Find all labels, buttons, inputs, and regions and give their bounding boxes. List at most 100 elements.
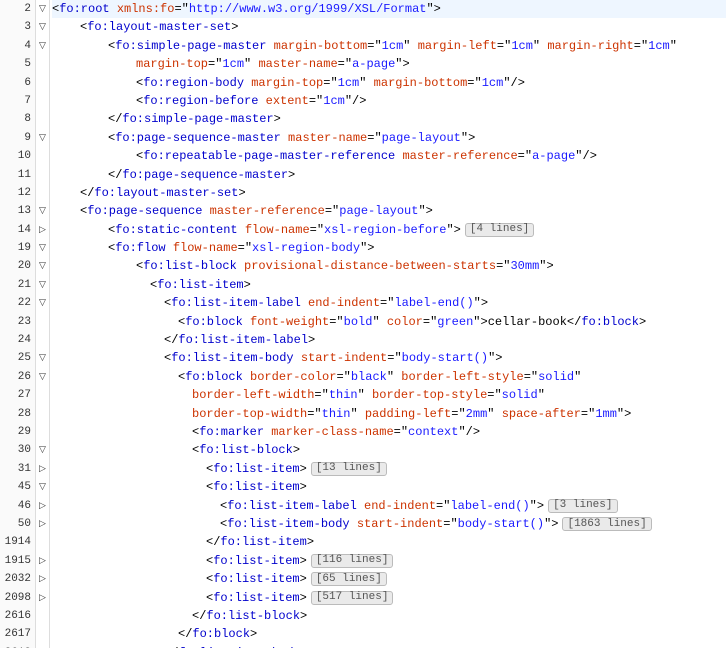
fold-toggle-open-icon[interactable]: ▽ <box>36 478 49 496</box>
line-number: 24 <box>0 331 35 349</box>
code-line[interactable]: <fo:block font-weight="bold" color="gree… <box>52 313 726 331</box>
token-txt: < <box>136 74 143 92</box>
code-line[interactable]: </fo:block> <box>52 625 726 643</box>
fold-toggle-open-icon[interactable]: ▽ <box>36 202 49 220</box>
code-line[interactable]: <fo:list-item> [116 lines] <box>52 552 726 570</box>
code-line[interactable]: </fo:list-item-body> <box>52 644 726 648</box>
code-line[interactable]: <fo:page-sequence-master master-name="pa… <box>52 129 726 147</box>
code-line[interactable]: <fo:list-block> <box>52 441 726 459</box>
code-line[interactable]: </fo:list-block> <box>52 607 726 625</box>
token-tag: fo:block <box>581 313 639 331</box>
token-txt: > <box>639 313 646 331</box>
fold-toggle-open-icon[interactable]: ▽ <box>36 129 49 147</box>
code-line[interactable]: </fo:page-sequence-master> <box>52 166 726 184</box>
token-txt: "> <box>446 221 460 239</box>
token-attr: margin-top <box>136 55 208 73</box>
token-tag: fo:marker <box>199 423 264 441</box>
code-line[interactable]: <fo:marker marker-class-name="context"/> <box>52 423 726 441</box>
fold-toggle-closed-icon[interactable]: ▷ <box>36 589 49 607</box>
token-txt: =" <box>329 313 343 331</box>
folded-lines-badge[interactable]: [13 lines] <box>311 462 387 476</box>
code-line[interactable]: <fo:static-content flow-name="xsl-region… <box>52 221 726 239</box>
token-tag: fo:page-sequence-master <box>122 166 288 184</box>
code-line[interactable]: <fo:region-before extent="1cm"/> <box>52 92 726 110</box>
fold-toggle-open-icon[interactable]: ▽ <box>36 257 49 275</box>
fold-toggle-open-icon[interactable]: ▽ <box>36 276 49 294</box>
code-area[interactable]: <fo:root xmlns:fo="http://www.w3.org/199… <box>50 0 726 648</box>
line-number: 22 <box>0 294 35 312</box>
code-line[interactable]: <fo:list-item-body start-indent="body-st… <box>52 349 726 367</box>
code-line[interactable]: <fo:list-item> <box>52 478 726 496</box>
code-line[interactable]: border-top-width="thin" padding-left="2m… <box>52 405 726 423</box>
token-txt: "/> <box>575 147 597 165</box>
fold-toggle-closed-icon[interactable]: ▷ <box>36 221 49 239</box>
token-attr: master-name <box>258 55 337 73</box>
token-txt: =" <box>487 386 501 404</box>
token-txt: > <box>250 625 257 643</box>
code-line[interactable]: border-left-width="thin" border-top-styl… <box>52 386 726 404</box>
code-line[interactable]: <fo:list-item> <box>52 276 726 294</box>
code-line[interactable]: <fo:layout-master-set> <box>52 18 726 36</box>
code-line[interactable]: <fo:list-block provisional-distance-betw… <box>52 257 726 275</box>
code-line[interactable]: <fo:page-sequence master-reference="page… <box>52 202 726 220</box>
code-line[interactable]: <fo:list-item-label end-indent="label-en… <box>52 497 726 515</box>
fold-toggle-open-icon[interactable]: ▽ <box>36 0 49 18</box>
token-txt: > <box>238 184 245 202</box>
code-line[interactable]: <fo:list-item-body start-indent="body-st… <box>52 515 726 533</box>
token-tag: fo:list-block <box>199 441 293 459</box>
code-line[interactable]: <fo:simple-page-master margin-bottom="1c… <box>52 37 726 55</box>
fold-toggle-closed-icon[interactable]: ▷ <box>36 552 49 570</box>
fold-toggle-open-icon[interactable]: ▽ <box>36 239 49 257</box>
code-line[interactable]: <fo:list-item> [13 lines] <box>52 460 726 478</box>
code-line[interactable]: </fo:list-item-label> <box>52 331 726 349</box>
token-txt: =" <box>380 294 394 312</box>
folded-lines-badge[interactable]: [3 lines] <box>548 499 617 513</box>
code-line[interactable]: <fo:root xmlns:fo="http://www.w3.org/199… <box>52 0 726 18</box>
folded-lines-badge[interactable]: [4 lines] <box>465 223 534 237</box>
fold-toggle-open-icon[interactable]: ▽ <box>36 368 49 386</box>
fold-spacer <box>36 644 49 648</box>
token-txt: < <box>80 18 87 36</box>
code-line[interactable]: <fo:flow flow-name="xsl-region-body"> <box>52 239 726 257</box>
token-txt: </ <box>108 166 122 184</box>
fold-toggle-open-icon[interactable]: ▽ <box>36 37 49 55</box>
code-line[interactable]: <fo:repeatable-page-master-reference mas… <box>52 147 726 165</box>
fold-toggle-closed-icon[interactable]: ▷ <box>36 515 49 533</box>
code-line[interactable]: <fo:list-item-label end-indent="label-en… <box>52 294 726 312</box>
token-tag: fo:block <box>185 313 243 331</box>
code-line[interactable]: <fo:list-item> [65 lines] <box>52 570 726 588</box>
fold-toggle-closed-icon[interactable]: ▷ <box>36 460 49 478</box>
token-txt: < <box>178 313 185 331</box>
code-line[interactable]: <fo:list-item> [517 lines] <box>52 589 726 607</box>
token-txt: " <box>244 55 258 73</box>
token-txt: < <box>206 460 213 478</box>
folded-lines-badge[interactable]: [1863 lines] <box>562 517 651 531</box>
code-line[interactable]: margin-top="1cm" master-name="a-page"> <box>52 55 726 73</box>
fold-toggle-open-icon[interactable]: ▽ <box>36 349 49 367</box>
folded-lines-badge[interactable]: [517 lines] <box>311 591 394 605</box>
token-txt: " <box>487 405 501 423</box>
fold-toggle-closed-icon[interactable]: ▷ <box>36 497 49 515</box>
token-val: 1cm <box>338 74 360 92</box>
fold-toggle-open-icon[interactable]: ▽ <box>36 294 49 312</box>
token-txt: =" <box>338 55 352 73</box>
token-txt <box>243 313 250 331</box>
code-line[interactable]: </fo:layout-master-set> <box>52 184 726 202</box>
folded-lines-badge[interactable]: [116 lines] <box>311 554 394 568</box>
fold-toggle-open-icon[interactable]: ▽ <box>36 441 49 459</box>
line-number: 5 <box>0 55 35 73</box>
token-attr: border-left-style <box>401 368 523 386</box>
token-txt: =" <box>467 74 481 92</box>
code-line[interactable]: <fo:block border-color="black" border-le… <box>52 368 726 386</box>
token-val: a-page <box>532 147 575 165</box>
folded-lines-badge[interactable]: [65 lines] <box>311 572 387 586</box>
token-tag: fo:static-content <box>115 221 237 239</box>
token-val: thin <box>322 405 351 423</box>
token-txt: > <box>300 570 307 588</box>
token-txt: =" <box>314 386 328 404</box>
fold-toggle-open-icon[interactable]: ▽ <box>36 18 49 36</box>
code-line[interactable]: <fo:region-body margin-top="1cm" margin-… <box>52 74 726 92</box>
code-line[interactable]: </fo:list-item> <box>52 533 726 551</box>
fold-toggle-closed-icon[interactable]: ▷ <box>36 570 49 588</box>
code-line[interactable]: </fo:simple-page-master> <box>52 110 726 128</box>
